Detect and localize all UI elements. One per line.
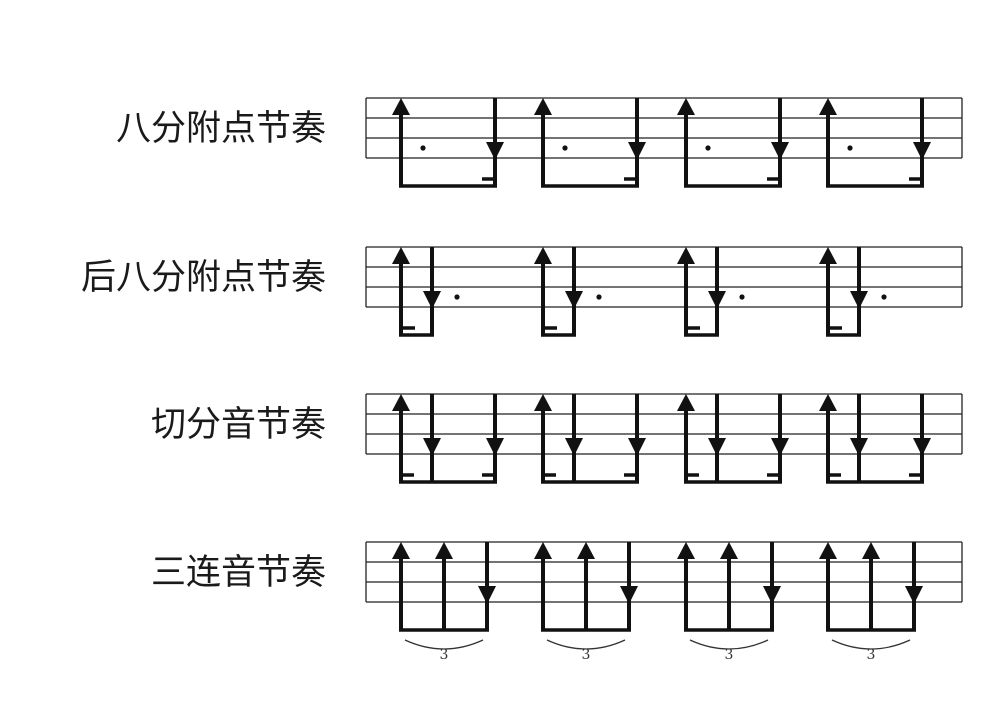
rhythm-row-reverse-dotted: 后八分附点节奏 (81, 246, 963, 337)
beat-group (677, 98, 789, 188)
arrow-down-icon (423, 438, 441, 456)
arrow-up-icon (392, 98, 410, 115)
arrow-down-icon (565, 291, 583, 309)
arrow-up-icon (534, 98, 552, 115)
arrow-up-icon (677, 394, 695, 411)
beat-group (534, 247, 602, 337)
arrow-down-icon (850, 291, 868, 309)
arrow-up-icon (534, 394, 552, 411)
triplet-number: 3 (725, 647, 734, 663)
rhythm-row-syncopation: 切分音节奏 (151, 393, 963, 484)
arrow-down-icon (628, 438, 646, 456)
arrow-up-icon (720, 542, 738, 559)
arrow-down-icon (620, 586, 638, 604)
augmentation-dot (420, 145, 426, 151)
arrow-up-icon (534, 247, 552, 264)
beat-group (677, 394, 789, 484)
arrow-up-icon (392, 394, 410, 411)
arrow-down-icon (628, 142, 646, 160)
augmentation-dot (454, 294, 460, 300)
row-label: 后八分附点节奏 (81, 258, 326, 298)
rhythm-row-dotted-eighth: 八分附点节奏 (116, 97, 963, 188)
arrow-up-icon (819, 394, 837, 411)
arrow-down-icon (763, 586, 781, 604)
beat-group (677, 247, 745, 337)
beat-group (392, 247, 460, 337)
arrow-up-icon (819, 542, 837, 559)
arrow-down-icon (565, 438, 583, 456)
arrow-down-icon (913, 438, 931, 456)
arrow-up-icon (819, 98, 837, 115)
arrow-up-icon (862, 542, 880, 559)
beat-group (392, 394, 504, 484)
arrow-up-icon (392, 542, 410, 559)
staff (365, 97, 963, 159)
augmentation-dot (881, 294, 887, 300)
arrow-down-icon (478, 586, 496, 604)
arrow-up-icon (677, 247, 695, 264)
arrow-up-icon (435, 542, 453, 559)
augmentation-dot (596, 294, 602, 300)
row-label: 三连音节奏 (151, 553, 326, 593)
arrow-down-icon (905, 586, 923, 604)
row-label: 切分音节奏 (151, 405, 326, 445)
beat-group (392, 98, 504, 188)
beat-group (819, 394, 931, 484)
arrow-down-icon (850, 438, 868, 456)
rhythm-row-triplet: 三连音节奏 3 3 3 3 (151, 541, 963, 663)
arrow-up-icon (577, 542, 595, 559)
arrow-down-icon (771, 438, 789, 456)
arrow-up-icon (392, 247, 410, 264)
augmentation-dot (705, 145, 711, 151)
staff (365, 393, 963, 455)
rhythm-strumming-diagram: 八分附点节奏后八分附点节奏切分音节奏三连音节奏 3 3 3 3 (81, 97, 963, 663)
beat-group (534, 98, 646, 188)
beat-group (534, 394, 646, 484)
augmentation-dot (847, 145, 853, 151)
arrow-up-icon (534, 542, 552, 559)
arrow-up-icon (677, 542, 695, 559)
augmentation-dot (562, 145, 568, 151)
arrow-up-icon (677, 98, 695, 115)
augmentation-dot (739, 294, 745, 300)
arrow-down-icon (708, 291, 726, 309)
arrow-down-icon (913, 142, 931, 160)
triplet-number: 3 (582, 647, 591, 663)
row-label: 八分附点节奏 (116, 109, 326, 149)
beat-group (819, 98, 931, 188)
arrow-down-icon (423, 291, 441, 309)
arrow-down-icon (771, 142, 789, 160)
beat-group (819, 247, 887, 337)
arrow-down-icon (486, 142, 504, 160)
arrow-down-icon (486, 438, 504, 456)
triplet-number: 3 (440, 647, 449, 663)
arrow-down-icon (708, 438, 726, 456)
arrow-up-icon (819, 247, 837, 264)
triplet-number: 3 (867, 647, 876, 663)
